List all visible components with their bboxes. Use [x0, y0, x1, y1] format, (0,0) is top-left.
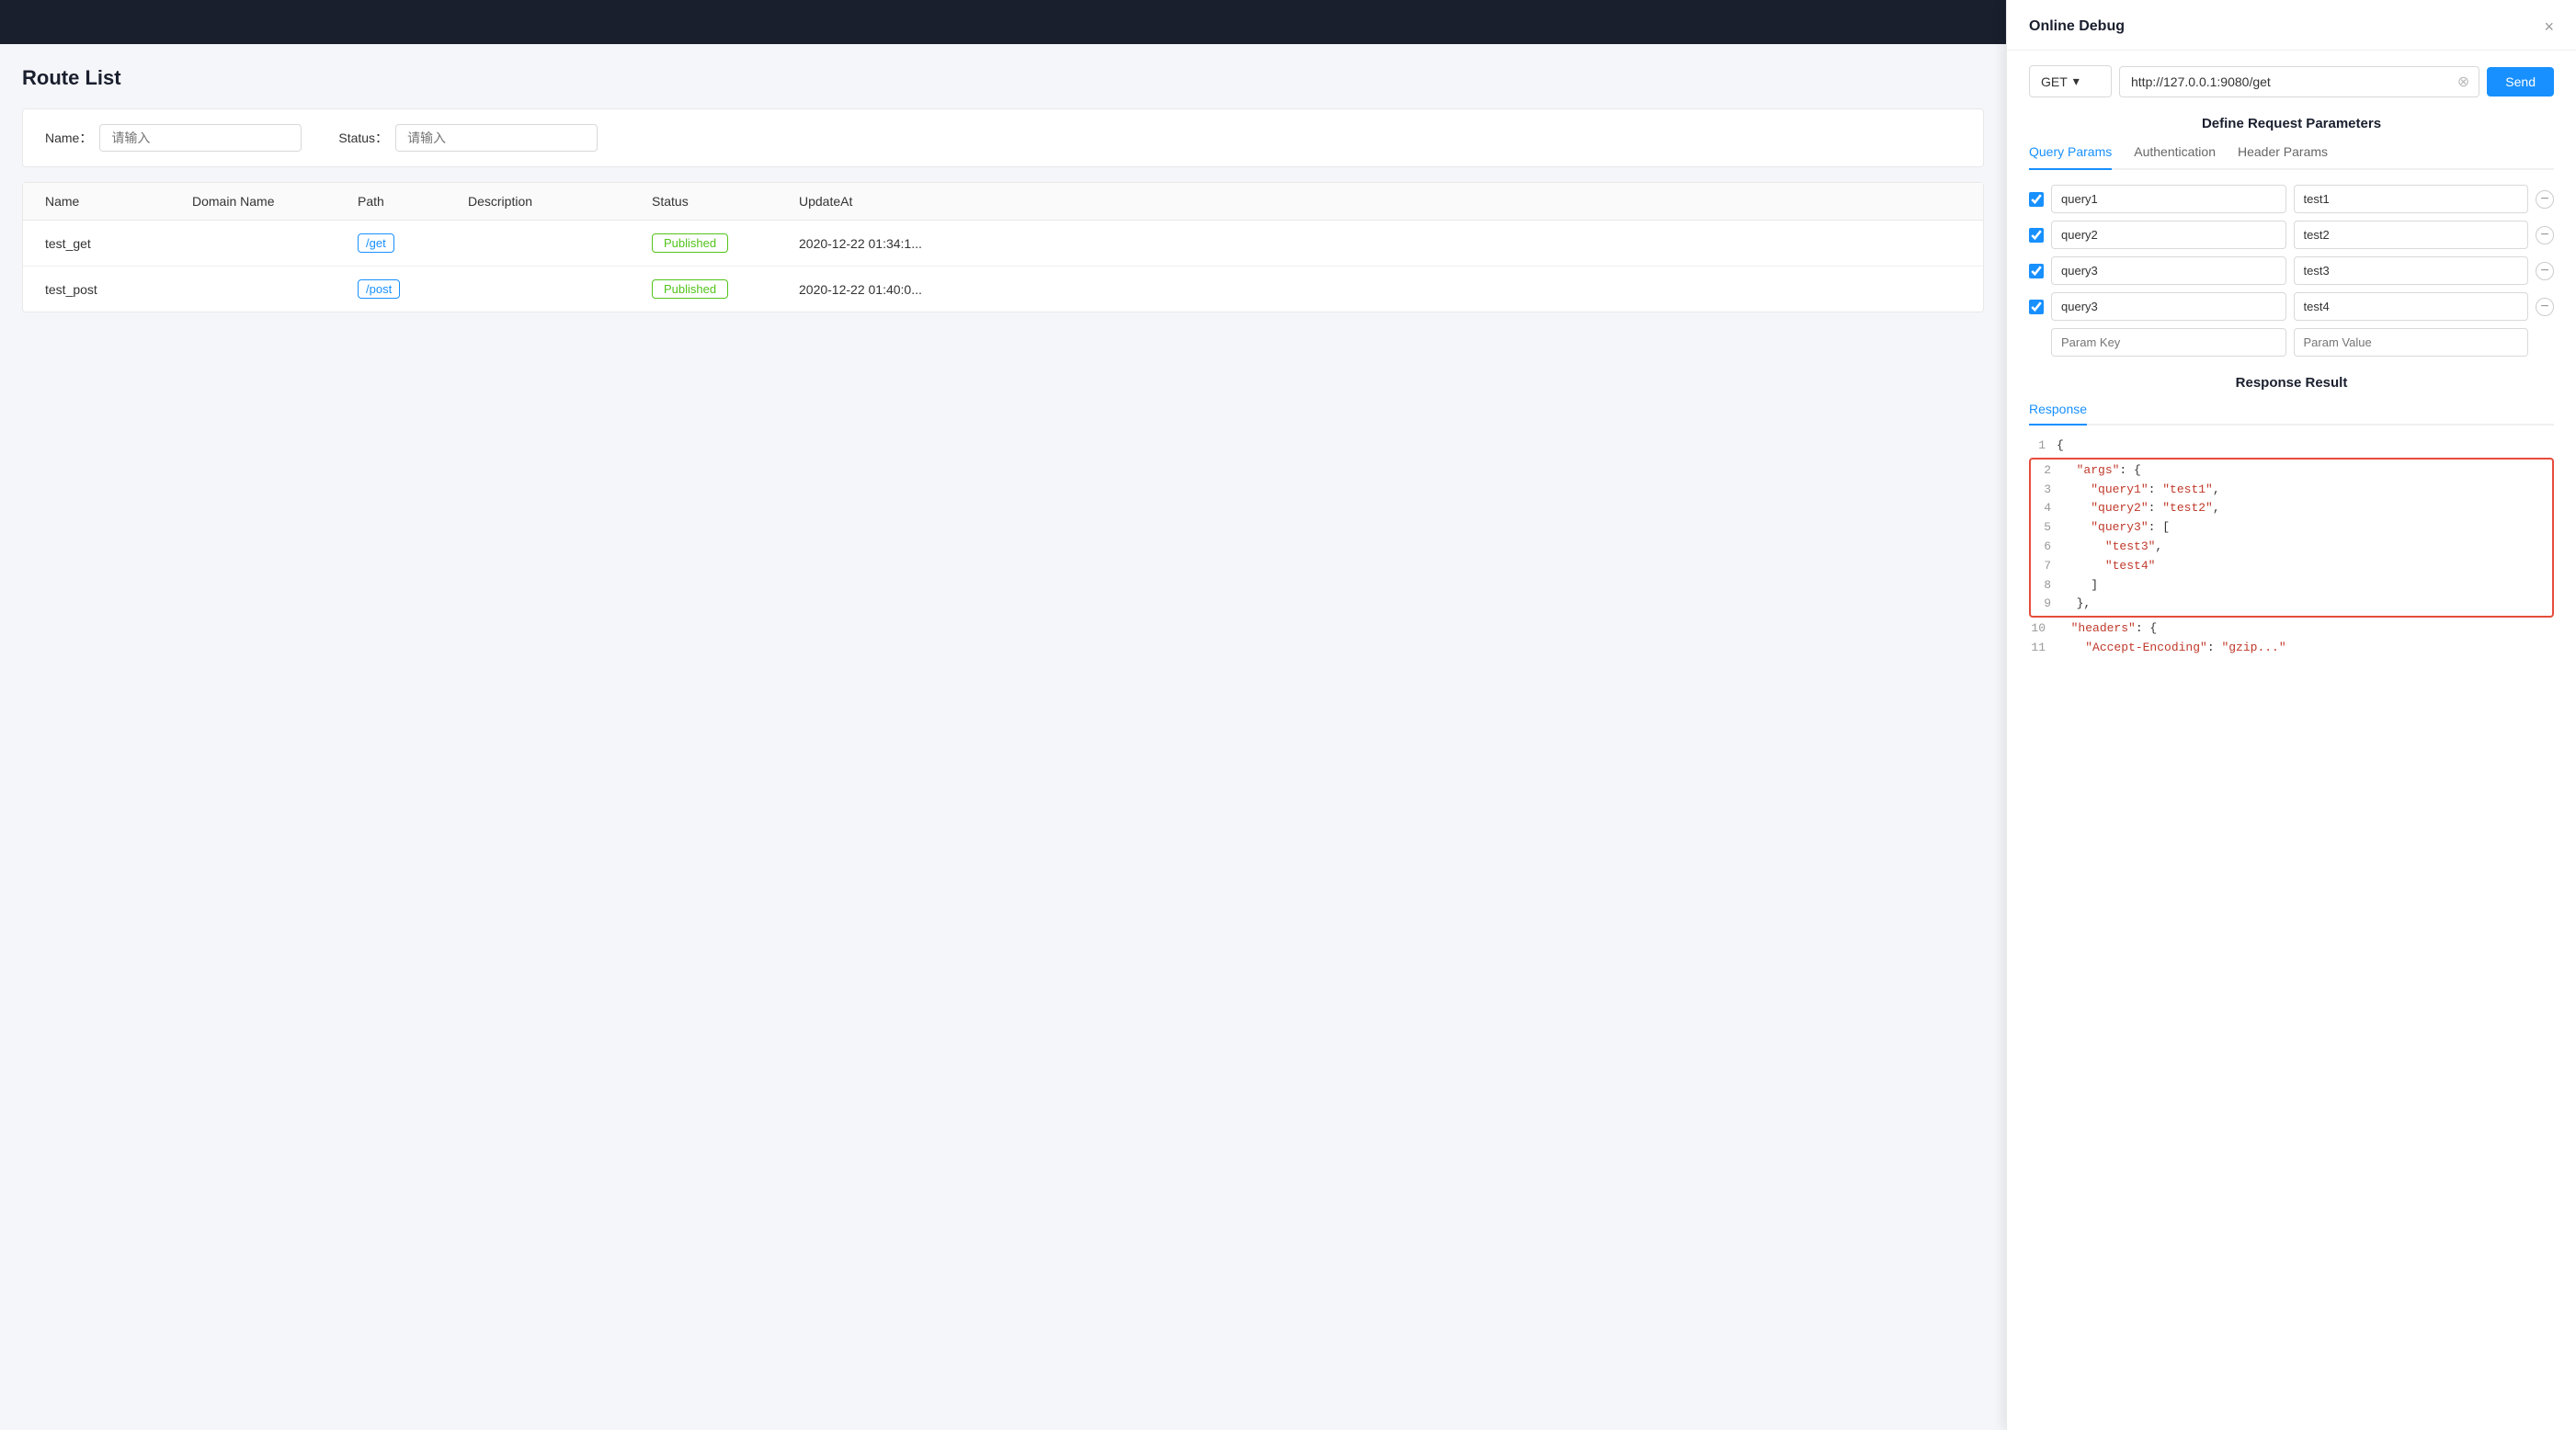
path-badge: /post — [358, 279, 400, 299]
cell-path: /post — [358, 279, 468, 299]
param-key-input[interactable] — [2051, 256, 2286, 285]
debug-title: Online Debug — [2029, 18, 2125, 35]
tab-authentication[interactable]: Authentication — [2134, 144, 2216, 170]
code-line: 4 "query2": "test2", — [2035, 499, 2548, 518]
debug-header: Online Debug × — [2007, 0, 2576, 51]
tab-query-params[interactable]: Query Params — [2029, 144, 2112, 170]
remove-param-button[interactable]: − — [2536, 190, 2554, 209]
cell-name: test_post — [45, 282, 192, 297]
col-path: Path — [358, 194, 468, 209]
name-label: Name： — [45, 129, 92, 147]
cell-status: Published — [652, 279, 799, 299]
param-row-empty — [2029, 328, 2554, 357]
code-line: 9 }, — [2035, 595, 2548, 614]
code-line: 3 "query1": "test1", — [2035, 481, 2548, 500]
chevron-down-icon: ▾ — [2073, 74, 2080, 89]
tab-response[interactable]: Response — [2029, 402, 2087, 426]
status-label: Status： — [338, 129, 388, 147]
online-debug-panel: Online Debug × GET ▾ ⊗ Send Define Reque… — [2006, 0, 2576, 1430]
route-table: Name Domain Name Path Description Status… — [22, 182, 1984, 312]
remove-param-button[interactable]: − — [2536, 226, 2554, 244]
param-value-placeholder[interactable] — [2294, 328, 2529, 357]
code-line: 5 "query3": [ — [2035, 518, 2548, 538]
remove-param-button[interactable]: − — [2536, 262, 2554, 280]
param-key-input[interactable] — [2051, 185, 2286, 213]
cell-updateat: 2020-12-22 01:34:1... — [799, 236, 1961, 251]
col-status: Status — [652, 194, 799, 209]
remove-param-button[interactable]: − — [2536, 298, 2554, 316]
clear-url-icon[interactable]: ⊗ — [2448, 73, 2479, 91]
param-value-input[interactable] — [2294, 221, 2529, 249]
url-input[interactable] — [2120, 67, 2448, 96]
col-description: Description — [468, 194, 652, 209]
param-key-input[interactable] — [2051, 221, 2286, 249]
param-key-input[interactable] — [2051, 292, 2286, 321]
status-input[interactable] — [395, 124, 598, 152]
top-bar — [0, 0, 2006, 44]
code-line: 8 ] — [2035, 576, 2548, 596]
col-updateat: UpdateAt — [799, 194, 1961, 209]
param-checkbox[interactable] — [2029, 228, 2044, 243]
cell-status: Published — [652, 233, 799, 253]
cell-updateat: 2020-12-22 01:40:0... — [799, 282, 1961, 297]
status-badge: Published — [652, 233, 728, 253]
debug-body: GET ▾ ⊗ Send Define Request Parameters Q… — [2007, 51, 2576, 1430]
code-line: 2 "args": { — [2035, 461, 2548, 481]
params-section: − − − − — [2029, 185, 2554, 357]
param-row: − — [2029, 185, 2554, 213]
param-checkbox[interactable] — [2029, 192, 2044, 207]
filter-bar: Name： Status： — [22, 108, 1984, 167]
cell-path: /get — [358, 233, 468, 253]
method-select[interactable]: GET ▾ — [2029, 65, 2112, 97]
param-checkbox[interactable] — [2029, 264, 2044, 278]
response-highlighted-block: 2 "args": { 3 "query1": "test1", 4 "quer… — [2029, 458, 2554, 618]
code-line: 7 "test4" — [2035, 557, 2548, 576]
param-row: − — [2029, 256, 2554, 285]
param-row: − — [2029, 221, 2554, 249]
define-params-title: Define Request Parameters — [2029, 116, 2554, 131]
code-line: 10 "headers": { — [2029, 619, 2554, 639]
name-input[interactable] — [99, 124, 302, 152]
param-key-placeholder[interactable] — [2051, 328, 2286, 357]
url-input-wrap: ⊗ — [2119, 66, 2479, 97]
cell-name: test_get — [45, 236, 192, 251]
param-row: − — [2029, 292, 2554, 321]
left-panel: Route List Name： Status： Name Domain Nam… — [0, 0, 2006, 1430]
url-bar: GET ▾ ⊗ Send — [2029, 65, 2554, 97]
table-header: Name Domain Name Path Description Status… — [23, 183, 1983, 221]
code-line: 1 { — [2029, 437, 2554, 456]
send-button[interactable]: Send — [2487, 67, 2554, 96]
tab-header-params[interactable]: Header Params — [2238, 144, 2328, 170]
table-row: test_get /get Published 2020-12-22 01:34… — [23, 221, 1983, 267]
response-tabs: Response — [2029, 402, 2554, 426]
param-value-input[interactable] — [2294, 185, 2529, 213]
table-row: test_post /post Published 2020-12-22 01:… — [23, 267, 1983, 312]
response-section: Response Result Response 1 { 2 "args": {… — [2029, 375, 2554, 658]
response-code-block: 1 { 2 "args": { 3 "query1": "test1", 4 — [2029, 437, 2554, 658]
name-filter: Name： — [45, 124, 302, 152]
param-value-input[interactable] — [2294, 292, 2529, 321]
status-badge: Published — [652, 279, 728, 299]
status-filter: Status： — [338, 124, 598, 152]
code-line: 6 "test3", — [2035, 538, 2548, 557]
page-content: Route List Name： Status： Name Domain Nam… — [0, 44, 2006, 1430]
page-title: Route List — [22, 66, 1984, 90]
param-checkbox[interactable] — [2029, 300, 2044, 314]
method-label: GET — [2041, 74, 2068, 89]
param-value-input[interactable] — [2294, 256, 2529, 285]
col-domain: Domain Name — [192, 194, 358, 209]
params-tabs: Query Params Authentication Header Param… — [2029, 144, 2554, 170]
path-badge: /get — [358, 233, 394, 253]
col-name: Name — [45, 194, 192, 209]
code-line: 11 "Accept-Encoding": "gzip..." — [2029, 639, 2554, 658]
response-result-title: Response Result — [2029, 375, 2554, 391]
close-button[interactable]: × — [2544, 18, 2554, 35]
